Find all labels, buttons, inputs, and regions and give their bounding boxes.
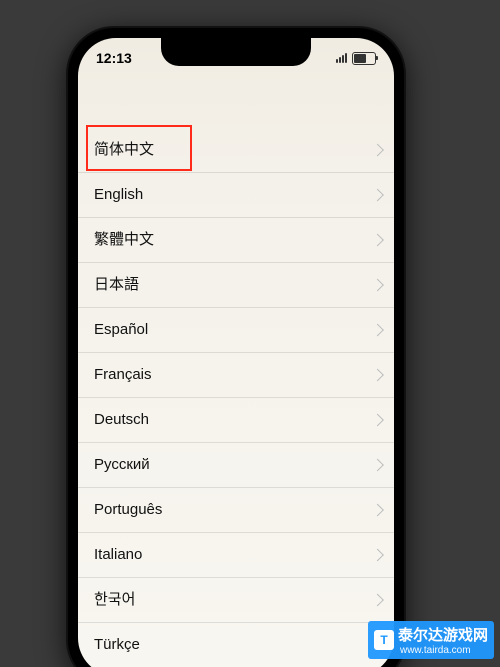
chevron-right-icon <box>371 459 384 472</box>
chevron-right-icon <box>371 144 384 157</box>
language-row[interactable]: Türkçe <box>78 623 394 667</box>
battery-icon <box>352 52 376 65</box>
chevron-right-icon <box>371 549 384 562</box>
watermark: T 泰尔达游戏网 www.tairda.com <box>368 621 494 659</box>
watermark-title: 泰尔达游戏网 <box>398 624 488 645</box>
chevron-right-icon <box>371 369 384 382</box>
signal-icon <box>336 53 347 63</box>
chevron-right-icon <box>371 279 384 292</box>
language-row[interactable]: Português <box>78 488 394 533</box>
language-row[interactable]: Deutsch <box>78 398 394 443</box>
status-time: 12:13 <box>96 50 132 66</box>
language-row[interactable]: Español <box>78 308 394 353</box>
watermark-logo: T <box>374 630 394 650</box>
language-row[interactable]: English <box>78 173 394 218</box>
chevron-right-icon <box>371 594 384 607</box>
language-list: 简体中文 English 繁體中文日本語 Español Français Deutsch… <box>78 128 394 667</box>
language-label: English <box>94 186 143 203</box>
language-row[interactable]: 日本語 <box>78 263 394 308</box>
language-label: Español <box>94 321 148 338</box>
language-label: 繁體中文 <box>94 231 154 248</box>
language-row[interactable]: 简体中文 <box>78 128 394 173</box>
language-label: 한국어 <box>94 591 135 608</box>
language-row[interactable]: Français <box>78 353 394 398</box>
language-row[interactable]: 한국어 <box>78 578 394 623</box>
language-label: Italiano <box>94 546 142 563</box>
chevron-right-icon <box>371 324 384 337</box>
language-row[interactable]: Русский <box>78 443 394 488</box>
language-label: 简体中文 <box>94 141 154 158</box>
language-label: Türkçe <box>94 636 140 653</box>
language-label: Français <box>94 366 152 383</box>
chevron-right-icon <box>371 234 384 247</box>
chevron-right-icon <box>371 414 384 427</box>
language-label: 日本語 <box>94 276 139 293</box>
phone-screen: 12:13 简体中文 English 繁體中文日本語 Español Français D… <box>78 38 394 667</box>
status-right <box>336 52 376 65</box>
language-row[interactable]: 繁體中文 <box>78 218 394 263</box>
language-label: Русский <box>94 456 150 473</box>
chevron-right-icon <box>371 189 384 202</box>
phone-frame: 12:13 简体中文 English 繁體中文日本語 Español Français D… <box>68 28 404 667</box>
language-label: Português <box>94 501 162 518</box>
language-label: Deutsch <box>94 411 149 428</box>
watermark-url: www.tairda.com <box>400 645 488 656</box>
language-row[interactable]: Italiano <box>78 533 394 578</box>
notch <box>161 38 311 66</box>
chevron-right-icon <box>371 504 384 517</box>
